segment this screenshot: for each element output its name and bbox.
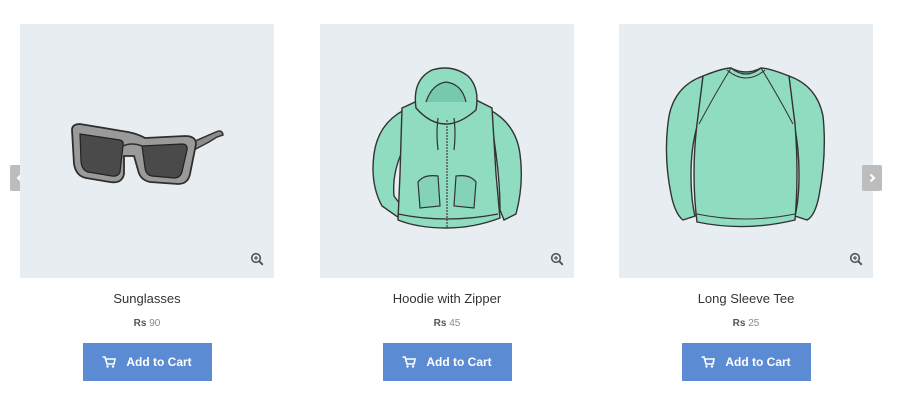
cart-icon: [701, 356, 716, 368]
price-value: 90: [149, 318, 161, 329]
price-currency: Rs: [133, 318, 147, 329]
product-image-box[interactable]: [20, 24, 274, 278]
product-card-long-sleeve-tee: Long Sleeve Tee Rs 25 Add to Cart: [619, 24, 873, 381]
add-to-cart-button[interactable]: Add to Cart: [382, 343, 512, 381]
product-name[interactable]: Long Sleeve Tee: [619, 290, 873, 308]
zoom-in-icon[interactable]: [550, 252, 564, 266]
price-currency: Rs: [433, 318, 447, 329]
product-price: Rs 25: [619, 317, 873, 331]
price-value: 25: [748, 318, 760, 329]
add-to-cart-button[interactable]: Add to Cart: [681, 343, 811, 381]
product-image-box[interactable]: [619, 24, 873, 278]
cart-icon: [402, 356, 417, 368]
add-to-cart-label: Add to Cart: [426, 355, 492, 369]
price-currency: Rs: [732, 318, 746, 329]
add-to-cart-button[interactable]: Add to Cart: [82, 343, 212, 381]
add-to-cart-label: Add to Cart: [126, 355, 192, 369]
zoom-in-icon[interactable]: [849, 252, 863, 266]
product-name[interactable]: Sunglasses: [20, 290, 274, 308]
product-card-sunglasses: Sunglasses Rs 90 Add to Cart: [20, 24, 274, 381]
add-to-cart-label: Add to Cart: [725, 355, 791, 369]
carousel-next-button[interactable]: [862, 165, 882, 191]
cart-icon: [102, 356, 117, 368]
product-name[interactable]: Hoodie with Zipper: [320, 290, 574, 308]
sunglasses-image: [71, 123, 224, 185]
price-value: 45: [449, 318, 461, 329]
product-price: Rs 45: [320, 317, 574, 331]
product-price: Rs 90: [20, 317, 274, 331]
product-card-hoodie: Hoodie with Zipper Rs 45 Add to Cart: [320, 24, 574, 381]
zoom-in-icon[interactable]: [250, 252, 264, 266]
chevron-right-icon: [869, 173, 876, 183]
long-sleeve-tee-image: [665, 67, 826, 228]
hoodie-image: [372, 67, 523, 229]
product-image-box[interactable]: [320, 24, 574, 278]
